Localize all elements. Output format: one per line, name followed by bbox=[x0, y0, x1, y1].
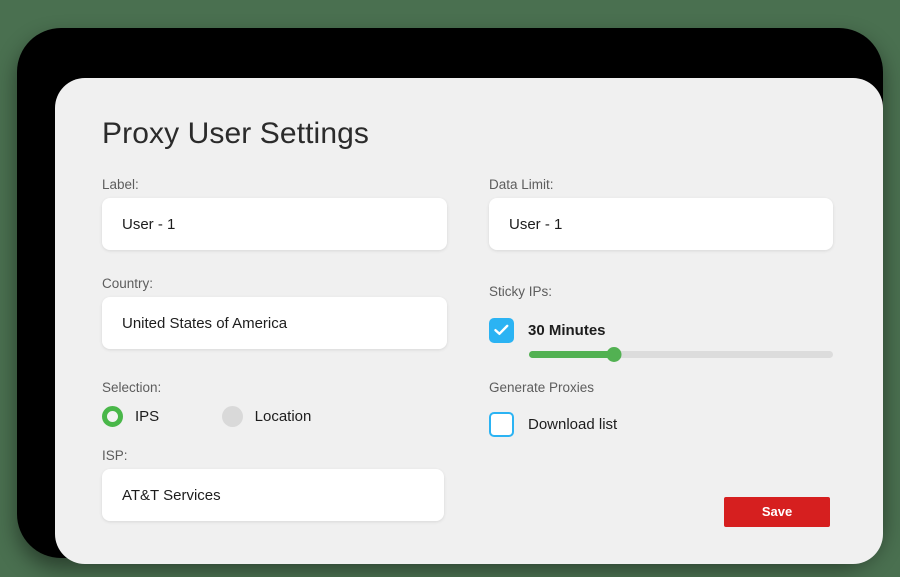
radio-selected-icon bbox=[102, 406, 123, 427]
checkbox-unchecked-icon[interactable] bbox=[489, 411, 514, 437]
slider-fill bbox=[529, 351, 615, 358]
download-list-text: Download list bbox=[528, 415, 618, 433]
label-input[interactable] bbox=[102, 198, 447, 250]
sticky-ips-checkbox-row[interactable]: 30 Minutes bbox=[489, 315, 833, 345]
generate-proxies-label: Generate Proxies bbox=[489, 380, 595, 395]
selection-label: Selection: bbox=[102, 380, 162, 395]
country-input[interactable] bbox=[102, 297, 447, 349]
download-list-checkbox-row[interactable]: Download list bbox=[489, 410, 833, 438]
page-title: Proxy User Settings bbox=[102, 117, 369, 150]
sticky-ips-slider[interactable] bbox=[529, 347, 833, 362]
data-limit-field-label: Data Limit: bbox=[489, 177, 554, 192]
radio-option-location[interactable]: Location bbox=[221, 406, 312, 427]
check-icon[interactable] bbox=[489, 317, 514, 343]
country-field-label: Country: bbox=[102, 276, 154, 291]
data-limit-input[interactable] bbox=[489, 198, 833, 250]
sticky-ips-label: Sticky IPs: bbox=[489, 284, 553, 299]
isp-input[interactable] bbox=[102, 469, 444, 521]
device-bezel: Proxy User Settings Label: Country: Sele… bbox=[17, 28, 883, 564]
isp-field-label: ISP: bbox=[102, 448, 128, 463]
save-button[interactable]: Save bbox=[724, 497, 830, 527]
radio-option-ips[interactable]: IPS bbox=[102, 406, 159, 427]
radio-label-ips: IPS bbox=[135, 408, 160, 425]
settings-panel: Proxy User Settings Label: Country: Sele… bbox=[55, 78, 883, 564]
selection-radio-group: IPS Location bbox=[102, 406, 447, 436]
label-field-label: Label: bbox=[102, 177, 139, 192]
slider-thumb-icon[interactable] bbox=[606, 347, 622, 362]
sticky-ips-duration-text: 30 Minutes bbox=[528, 321, 606, 339]
radio-unselected-icon bbox=[221, 406, 243, 427]
radio-label-location: Location bbox=[254, 408, 312, 425]
